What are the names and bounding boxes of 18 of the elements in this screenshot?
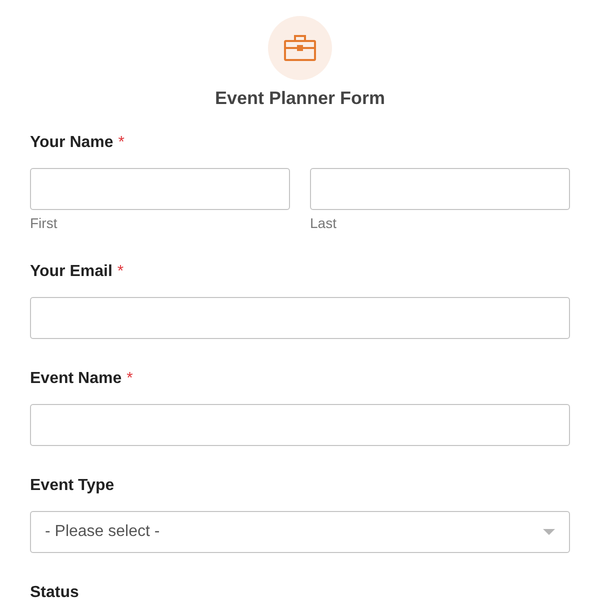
text-field[interactable] bbox=[30, 168, 290, 210]
briefcase-icon bbox=[283, 34, 317, 62]
field-label: Your Email bbox=[30, 265, 112, 279]
text-field[interactable] bbox=[310, 168, 570, 210]
text-field[interactable] bbox=[30, 404, 570, 446]
required-mark: * bbox=[118, 136, 125, 150]
caret-icon bbox=[543, 529, 555, 535]
text-field[interactable] bbox=[30, 297, 570, 339]
sublabel: First bbox=[30, 215, 58, 232]
select-dropdown[interactable]: - Please select - bbox=[30, 511, 570, 553]
field-label: Event Name bbox=[30, 372, 122, 386]
required-mark: * bbox=[117, 265, 124, 279]
field-label: Event Type bbox=[30, 479, 114, 493]
required-mark: * bbox=[126, 372, 133, 386]
field-label: Your Name bbox=[30, 136, 114, 150]
field-label: Status bbox=[30, 586, 79, 600]
form-title: Event Planner Form bbox=[214, 87, 386, 109]
sublabel: Last bbox=[310, 215, 338, 232]
